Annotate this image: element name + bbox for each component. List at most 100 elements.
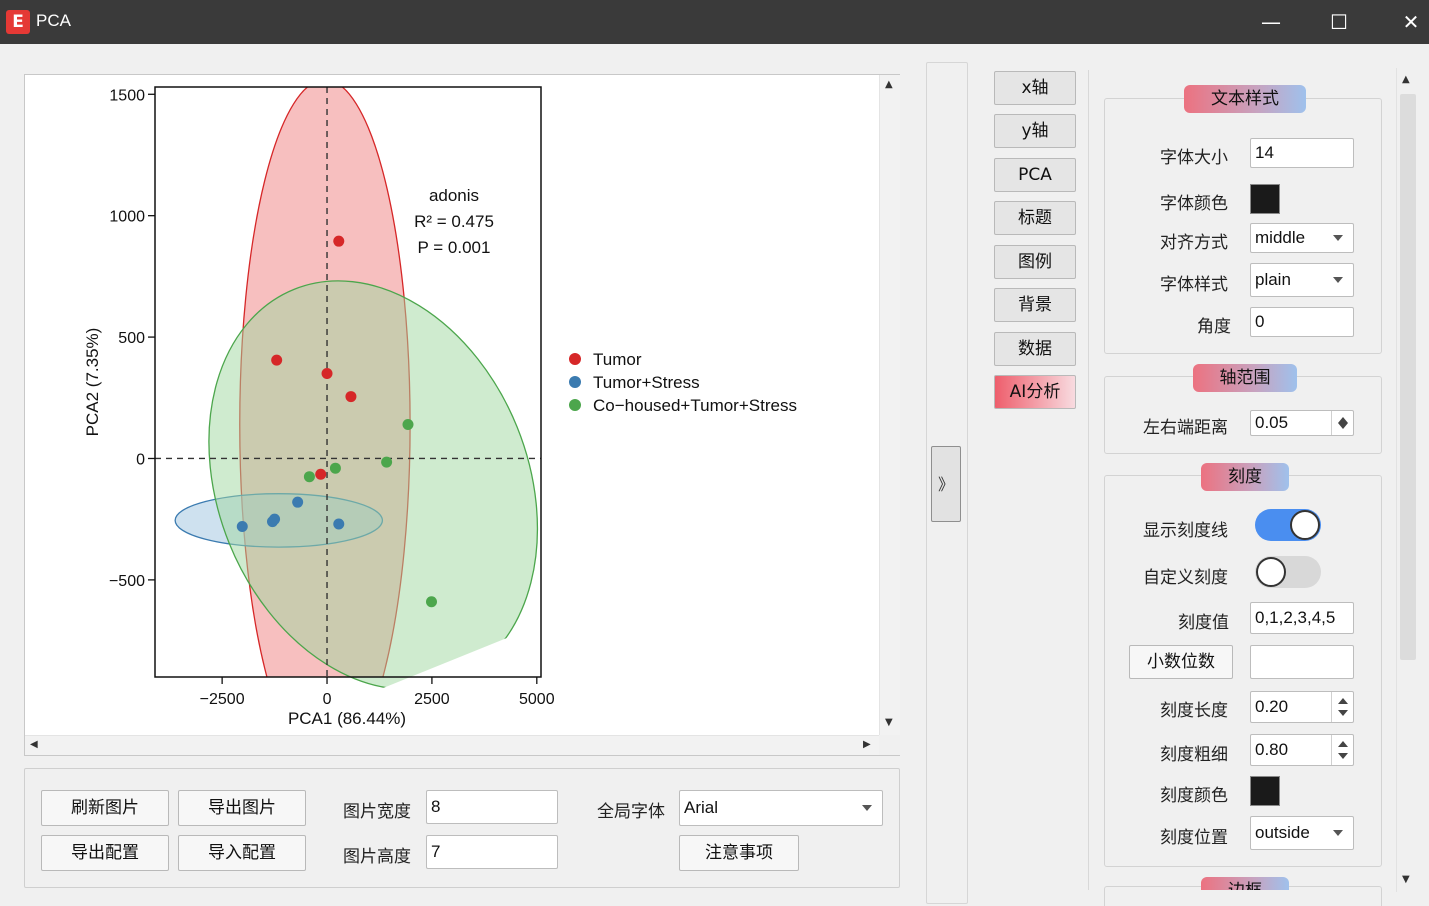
- minimize-button[interactable]: —: [1256, 8, 1286, 36]
- tick-color-label: 刻度颜色: [1160, 786, 1228, 806]
- nav-legend[interactable]: 图例: [994, 245, 1076, 279]
- ticks-title: 刻度: [1201, 463, 1289, 491]
- legend-marker-2: [569, 376, 581, 388]
- nav-background[interactable]: 背景: [994, 288, 1076, 322]
- margin-value: 0.05: [1255, 413, 1289, 432]
- plot-vertical-scrollbar[interactable]: ▲ ▼: [879, 75, 900, 735]
- legend-label: Co−housed+Tumor+Stress: [593, 396, 797, 415]
- custom-ticks-label: 自定义刻度: [1143, 568, 1228, 588]
- tick-length-label: 刻度长度: [1160, 701, 1228, 721]
- y-tick-label: 0: [136, 451, 145, 468]
- data-point-2: [333, 518, 345, 530]
- align-value: middle: [1255, 228, 1306, 247]
- refresh-image-button[interactable]: 刷新图片: [41, 790, 169, 826]
- close-button[interactable]: ✕: [1396, 8, 1426, 36]
- font-style-value: plain: [1255, 270, 1291, 289]
- y-axis-label: PCA2 (7.35%): [83, 328, 102, 437]
- border-title: 边框: [1201, 877, 1289, 890]
- data-point-2: [269, 513, 281, 525]
- data-point-3: [381, 456, 393, 468]
- plot-viewport: −2500 0 2500 5000 1500 1000 500 0 −500 PCA1 (86.4…: [24, 74, 900, 756]
- y-tick-label: 1500: [109, 87, 145, 104]
- data-point-3: [402, 418, 414, 430]
- tick-length-value: 0.20: [1255, 697, 1289, 716]
- decimals-input[interactable]: [1250, 645, 1354, 679]
- x-tick-label: −2500: [200, 691, 245, 708]
- plot-horizontal-scrollbar[interactable]: ◀ ▶: [25, 735, 879, 755]
- tick-width-value: 0.80: [1255, 740, 1289, 759]
- scroll-down-icon[interactable]: ▼: [1402, 874, 1410, 885]
- font-size-input[interactable]: 14: [1250, 138, 1354, 168]
- tick-position-label: 刻度位置: [1160, 828, 1228, 848]
- data-point-1: [321, 368, 333, 380]
- tick-position-select[interactable]: outside: [1250, 816, 1354, 850]
- image-height-input[interactable]: 7: [426, 835, 558, 869]
- scroll-corner: [879, 735, 900, 755]
- scroll-right-icon[interactable]: ▶: [863, 739, 871, 750]
- global-font-select[interactable]: Arial: [679, 790, 883, 826]
- align-select[interactable]: middle: [1250, 223, 1354, 253]
- font-size-label: 字体大小: [1160, 148, 1228, 168]
- legend-marker-1: [569, 353, 581, 365]
- nav-x-axis[interactable]: x轴: [994, 71, 1076, 105]
- tick-values-input[interactable]: 0,1,2,3,4,5: [1250, 602, 1354, 634]
- y-tick-label: 1000: [109, 209, 145, 226]
- show-ticks-toggle[interactable]: [1255, 509, 1321, 541]
- tick-width-spinbox[interactable]: 0.80: [1250, 734, 1354, 766]
- data-point-3: [425, 596, 437, 608]
- scroll-thumb[interactable]: [1400, 94, 1416, 660]
- notes-button[interactable]: 注意事项: [679, 835, 799, 871]
- tick-length-spinbox[interactable]: 0.20: [1250, 691, 1354, 723]
- image-width-input[interactable]: 8: [426, 790, 558, 824]
- image-height-label: 图片高度: [343, 847, 411, 867]
- title-bar: E PCA — ☐ ✕: [0, 0, 1429, 44]
- font-color-label: 字体颜色: [1160, 194, 1228, 214]
- y-tick-label: −500: [109, 573, 145, 590]
- legend-label: Tumor: [593, 350, 642, 369]
- legend-marker-3: [569, 399, 581, 411]
- collapse-panel-button[interactable]: 》: [931, 446, 961, 522]
- spin-arrows-icon[interactable]: [1331, 735, 1353, 765]
- nav-y-axis[interactable]: y轴: [994, 114, 1076, 148]
- x-axis-label: PCA1 (86.44%): [288, 709, 406, 728]
- data-point-1: [315, 468, 327, 480]
- global-font-value: Arial: [684, 798, 719, 817]
- show-ticks-label: 显示刻度线: [1143, 521, 1228, 541]
- nav-divider: [1088, 70, 1089, 890]
- export-config-button[interactable]: 导出配置: [41, 835, 169, 871]
- tick-color-swatch[interactable]: [1250, 776, 1280, 806]
- nav-title[interactable]: 标题: [994, 201, 1076, 235]
- font-style-label: 字体样式: [1160, 275, 1228, 295]
- spin-arrows-icon[interactable]: [1331, 411, 1353, 435]
- scroll-left-icon[interactable]: ◀: [30, 739, 38, 750]
- app-logo-icon: E: [6, 10, 30, 34]
- chevron-down-icon: [1333, 277, 1343, 283]
- chevron-down-icon: [1333, 235, 1343, 241]
- data-point-3: [329, 462, 341, 474]
- nav-data[interactable]: 数据: [994, 332, 1076, 366]
- tick-position-value: outside: [1255, 823, 1310, 842]
- font-color-swatch[interactable]: [1250, 184, 1280, 214]
- margin-label: 左右端距离: [1143, 418, 1228, 438]
- maximize-button[interactable]: ☐: [1324, 8, 1354, 36]
- spin-arrows-icon[interactable]: [1331, 692, 1353, 722]
- scroll-up-icon[interactable]: ▲: [1402, 74, 1410, 85]
- nav-ai-analysis[interactable]: AI分析: [994, 375, 1076, 409]
- pca-chart: −2500 0 2500 5000150010005000−500PCA1 (86.4…: [83, 86, 797, 728]
- export-image-button[interactable]: 导出图片: [178, 790, 306, 826]
- angle-input[interactable]: 0: [1250, 307, 1354, 337]
- adonis-annotation: adonis: [429, 186, 479, 205]
- settings-scrollbar[interactable]: ▲ ▼: [1396, 68, 1418, 892]
- custom-ticks-toggle[interactable]: [1255, 556, 1321, 588]
- scroll-down-icon[interactable]: ▼: [885, 717, 893, 728]
- font-style-select[interactable]: plain: [1250, 263, 1354, 297]
- window-title: PCA: [36, 11, 71, 30]
- image-width-label: 图片宽度: [343, 802, 411, 822]
- import-config-button[interactable]: 导入配置: [178, 835, 306, 871]
- decimals-button[interactable]: 小数位数: [1129, 645, 1233, 679]
- adonis-annotation: R² = 0.475: [414, 212, 494, 231]
- scroll-up-icon[interactable]: ▲: [885, 79, 893, 90]
- nav-pca[interactable]: PCA: [994, 158, 1076, 192]
- margin-spinbox[interactable]: 0.05: [1250, 410, 1354, 436]
- angle-label: 角度: [1197, 317, 1231, 337]
